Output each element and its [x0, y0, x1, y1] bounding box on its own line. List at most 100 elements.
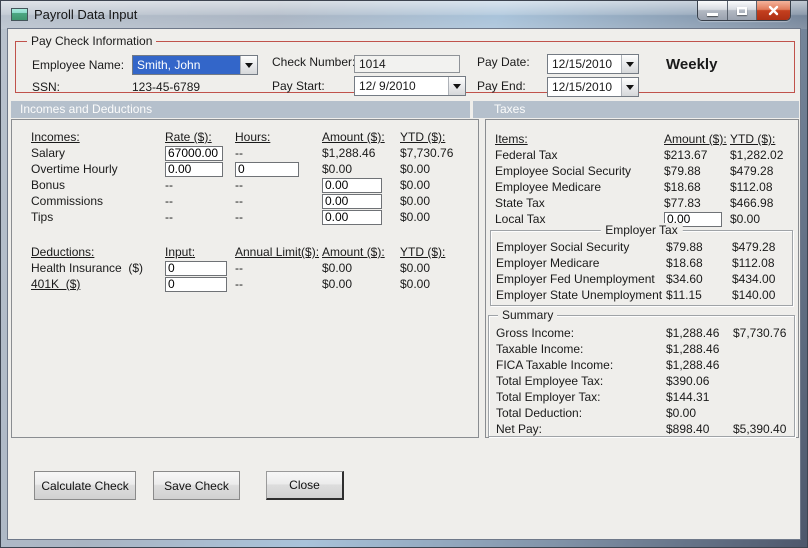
- state-tax-amount: $77.83: [664, 196, 701, 210]
- summary-row-label: Taxable Income:: [496, 342, 584, 356]
- incomes-table: Incomes: Rate ($): Hours: Amount ($): YT…: [31, 129, 470, 225]
- window-controls: [697, 1, 791, 21]
- employer-medicare-ytd: $112.08: [732, 256, 775, 270]
- ssn-label: SSN:: [32, 80, 61, 94]
- save-check-button[interactable]: Save Check: [153, 471, 240, 500]
- commissions-rate-cell: --: [165, 194, 173, 208]
- tax-row-label: Employee Social Security: [495, 164, 632, 178]
- employee-name-dropdown-button[interactable]: [240, 56, 257, 74]
- summary-group-title: Summary: [498, 308, 558, 322]
- employer-tax-row-label: Employer Medicare: [496, 256, 600, 270]
- column-header: YTD ($):: [400, 130, 446, 144]
- maximize-button[interactable]: [727, 1, 756, 20]
- pay-start-datepicker[interactable]: 12/ 9/2010: [354, 76, 466, 96]
- column-header: Hours:: [235, 130, 271, 144]
- pay-start-label: Pay Start:: [272, 79, 325, 93]
- employee-name-combobox[interactable]: Smith, John: [132, 55, 258, 75]
- employee-medicare-ytd: $112.08: [730, 180, 773, 194]
- employer-tax-row-label: Employer Fed Unemployment: [496, 272, 655, 286]
- overtime-rate-input[interactable]: [165, 161, 223, 177]
- gross-income-amount: $1,288.46: [666, 326, 720, 340]
- health-insurance-amount-cell: $0.00: [322, 261, 353, 275]
- close-window-button[interactable]: [756, 1, 790, 20]
- app-form-icon: [11, 8, 28, 21]
- column-header: Rate ($):: [165, 130, 212, 144]
- minimize-button[interactable]: [698, 1, 727, 20]
- income-row-label: Tips: [31, 210, 54, 224]
- income-row-label: Commissions: [31, 194, 104, 208]
- employee-name-value: Smith, John: [137, 57, 240, 73]
- deduction-row-label-401k: 401K ($): [31, 277, 81, 291]
- title-bar[interactable]: Payroll Data Input: [1, 1, 807, 29]
- employer-tax-table: Employer Social Security $79.88 $479.28 …: [496, 239, 792, 303]
- 401k-limit-cell: --: [235, 277, 243, 291]
- overtime-ytd-cell: $0.00: [400, 162, 431, 176]
- income-row-label: Salary: [31, 146, 66, 160]
- employer-tax-group: Employer Tax Employer Social Security $7…: [490, 223, 793, 306]
- 401k-ytd-cell: $0.00: [400, 277, 431, 291]
- pay-end-dropdown-button[interactable]: [621, 78, 638, 96]
- summary-table: Gross Income: $1,288.46 $7,730.76 Taxabl…: [496, 325, 799, 437]
- fica-taxable-ytd: [733, 357, 799, 373]
- commissions-amount-input[interactable]: [322, 193, 382, 209]
- pay-end-datepicker[interactable]: 12/15/2010: [547, 77, 639, 97]
- chevron-down-icon: [626, 61, 634, 67]
- employer-ss-amount: $79.88: [666, 240, 703, 254]
- health-insurance-input[interactable]: [165, 260, 227, 276]
- employer-tax-row-label: Employer Social Security: [496, 240, 630, 254]
- ssn-value: 123-45-6789: [132, 80, 201, 94]
- bonus-amount-cell: [322, 177, 400, 193]
- taxes-panel: Items: Amount ($): YTD ($): Federal Tax …: [485, 119, 799, 438]
- income-row-label: Bonus: [31, 178, 66, 192]
- close-button[interactable]: Close: [266, 471, 344, 500]
- incomes-section-header: Incomes and Deductions: [11, 101, 470, 118]
- commissions-amount-cell: [322, 193, 400, 209]
- employer-state-unemp-ytd: $140.00: [732, 288, 776, 302]
- gross-income-ytd: $7,730.76: [733, 326, 787, 340]
- bonus-amount-input[interactable]: [322, 177, 382, 193]
- employer-tax-row-label: Employer State Unemployment: [496, 288, 663, 302]
- salary-amount-cell: $1,288.46: [322, 146, 376, 160]
- summary-row-label: Total Deduction:: [496, 406, 583, 420]
- taxes-table: Items: Amount ($): YTD ($): Federal Tax …: [495, 131, 800, 227]
- tax-row-label: State Tax: [495, 196, 545, 210]
- pay-date-dropdown-button[interactable]: [621, 55, 638, 73]
- taxable-income-amount: $1,288.46: [666, 342, 720, 356]
- calculate-check-button[interactable]: Calculate Check: [34, 471, 136, 500]
- pay-end-value: 12/15/2010: [552, 80, 613, 94]
- total-employer-tax-ytd: [733, 389, 799, 405]
- 401k-input[interactable]: [165, 276, 227, 292]
- check-number-field[interactable]: 1014: [354, 55, 460, 73]
- salary-rate-cell: [165, 145, 235, 161]
- deductions-table: Deductions: Input: Annual Limit($): Amou…: [31, 244, 470, 292]
- pay-date-label: Pay Date:: [477, 55, 530, 69]
- overtime-hours-cell: [235, 161, 322, 177]
- paycheck-information-group: Pay Check Information Employee Name: Smi…: [15, 34, 795, 97]
- column-header: Annual Limit($):: [235, 245, 320, 259]
- overtime-hours-input[interactable]: [235, 161, 299, 177]
- total-employer-tax-amount: $144.31: [666, 390, 710, 404]
- tax-row-label: Employee Medicare: [495, 180, 602, 194]
- pay-date-datepicker[interactable]: 12/15/2010: [547, 54, 639, 74]
- summary-row-label: Total Employer Tax:: [496, 390, 601, 404]
- tax-row-label: Federal Tax: [495, 148, 558, 162]
- column-header: Items:: [495, 132, 528, 146]
- chevron-down-icon: [245, 62, 253, 68]
- employee-ss-amount: $79.88: [664, 164, 701, 178]
- employee-medicare-amount: $18.68: [664, 180, 701, 194]
- local-tax-ytd: $0.00: [730, 212, 761, 226]
- employer-state-unemp-amount: $11.15: [666, 288, 702, 302]
- column-header: Amount ($):: [322, 245, 385, 259]
- bonus-ytd-cell: $0.00: [400, 178, 431, 192]
- health-insurance-limit-cell: --: [235, 261, 243, 275]
- pay-start-dropdown-button[interactable]: [448, 77, 465, 95]
- salary-rate-input[interactable]: [165, 145, 223, 161]
- commissions-ytd-cell: $0.00: [400, 194, 431, 208]
- employer-fed-unemp-amount: $34.60: [666, 272, 703, 286]
- health-insurance-ytd-cell: $0.00: [400, 261, 431, 275]
- total-employee-tax-amount: $390.06: [666, 374, 710, 388]
- net-pay-ytd: $5,390.40: [733, 422, 787, 436]
- commissions-hours-cell: --: [235, 194, 243, 208]
- taxes-section-header: Taxes: [473, 101, 799, 118]
- tips-amount-input[interactable]: [322, 209, 382, 225]
